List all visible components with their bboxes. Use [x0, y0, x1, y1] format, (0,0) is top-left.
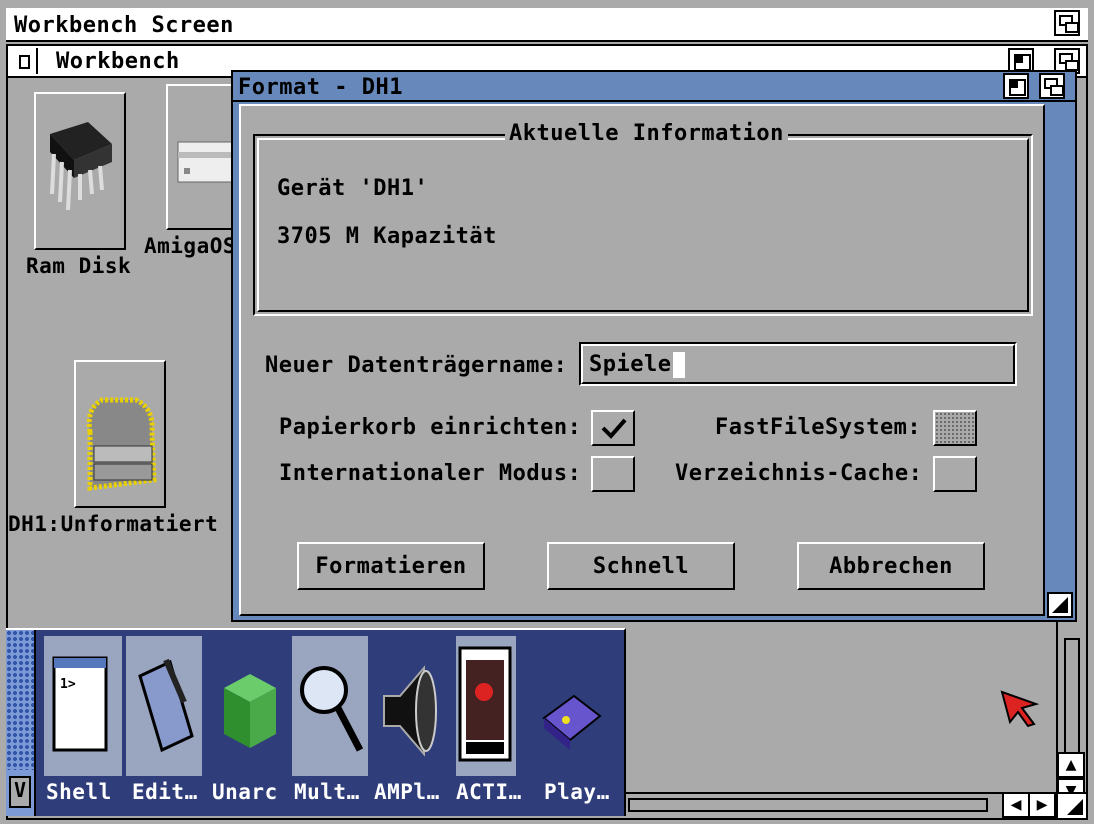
dock-bar: V 1> Shell Edit… Unarc Mult… AMPl… ACTI……: [6, 628, 626, 816]
capacity-text: 3705 M Kapazität: [277, 224, 497, 249]
current-info-group: Gerät 'DH1' 3705 M Kapazität Aktuelle In…: [253, 123, 1033, 316]
dock-item-amplifier[interactable]: [374, 636, 450, 776]
scroll-left-arrow-icon[interactable]: ◀: [1002, 792, 1030, 818]
volume-name-input[interactable]: Spiele: [579, 342, 1017, 386]
scroll-right-arrow-icon[interactable]: ▶: [1028, 792, 1056, 818]
dock-item-shell[interactable]: 1>: [44, 636, 122, 776]
dock-item-editor[interactable]: [126, 636, 202, 776]
dock-item-multiview[interactable]: [292, 636, 368, 776]
resize-triangle: [1067, 799, 1083, 815]
dock-label-multiview: Mult…: [294, 780, 360, 804]
dock-item-unarc[interactable]: [210, 636, 286, 776]
dialog-depth-gadget-icon[interactable]: [1039, 73, 1065, 99]
close-gadget-icon[interactable]: [10, 48, 38, 74]
format-dialog-title-bar[interactable]: Format - DH1: [233, 72, 1075, 102]
trashcan-label: Papierkorb einrichten:: [279, 415, 582, 440]
intl-mode-label: Internationaler Modus:: [279, 461, 582, 486]
current-info-title: Aktuelle Information: [505, 123, 788, 145]
ffs-checkbox[interactable]: [933, 410, 977, 446]
window-resize-gadget-icon[interactable]: [1056, 792, 1086, 818]
dircache-checkbox[interactable]: [933, 456, 977, 492]
format-dialog-title: Format - DH1: [238, 75, 403, 100]
dock-label-shell: Shell: [46, 780, 112, 804]
trashcan-checkbox[interactable]: [591, 410, 635, 446]
green-box-icon: [224, 674, 276, 748]
dialog-zoom-gadget-icon[interactable]: [1003, 73, 1029, 99]
dircache-label: Verzeichnis-Cache:: [675, 461, 923, 486]
dock-label-amplifier: AMPl…: [374, 780, 440, 804]
scroll-up-arrow-icon[interactable]: ▲: [1057, 752, 1085, 778]
intl-mode-checkbox[interactable]: [591, 456, 635, 492]
desktop-icon-dh1-unformatted[interactable]: DH1:Unformatiert: [8, 360, 230, 550]
screen-title-bar[interactable]: Workbench Screen: [6, 8, 1088, 42]
horizontal-scroll-knob[interactable]: [628, 798, 988, 812]
film-icon: [458, 646, 512, 762]
dock-label-action: ACTI…: [456, 780, 522, 804]
dock-label-editor: Edit…: [132, 780, 198, 804]
dock-drag-handle[interactable]: V: [6, 630, 36, 816]
amigaos-label: AmigaOS: [144, 234, 237, 258]
volume-name-label: Neuer Datenträgername:: [265, 353, 568, 378]
ffs-label: FastFileSystem:: [715, 415, 922, 440]
dock-item-play[interactable]: [534, 636, 610, 776]
screen-title: Workbench Screen: [14, 13, 234, 38]
device-text: Gerät 'DH1': [277, 176, 429, 201]
ram-disk-label: Ram Disk: [26, 254, 132, 278]
hard-drive-icon: [166, 84, 236, 230]
cancel-button[interactable]: Abbrechen: [797, 542, 985, 590]
dh1-unformatted-label: DH1:Unformatiert: [8, 512, 219, 536]
dock-label-unarc: Unarc: [212, 780, 278, 804]
vertical-scroll-knob[interactable]: [1064, 638, 1080, 758]
quick-button[interactable]: Schnell: [547, 542, 735, 590]
format-dialog-body: Gerät 'DH1' 3705 M Kapazität Aktuelle In…: [239, 104, 1045, 616]
quick-button-label: Schnell: [592, 554, 690, 579]
mouse-pointer-icon: [1000, 690, 1040, 728]
shell-window-icon: 1>: [52, 656, 108, 752]
dock-menu-arrow-icon[interactable]: V: [9, 776, 31, 808]
format-button[interactable]: Formatieren: [297, 542, 485, 590]
notepad-pen-icon: [138, 658, 194, 753]
dialog-resize-gadget-icon[interactable]: [1047, 592, 1073, 618]
format-button-label: Formatieren: [315, 554, 467, 579]
speaker-icon: [383, 665, 437, 757]
ram-chip-icon: [34, 92, 126, 250]
volume-name-value: Spiele: [589, 352, 672, 377]
workbench-title: Workbench: [56, 49, 180, 74]
disc-player-icon: [542, 694, 602, 750]
dock-label-play: Play…: [544, 780, 610, 804]
current-info-frame: Gerät 'DH1' 3705 M Kapazität: [257, 138, 1029, 312]
svg-text:1>: 1>: [60, 677, 76, 692]
magnifier-icon: [300, 666, 364, 752]
format-dialog: Format - DH1 Gerät 'DH1' 3705 M Kapazitä…: [231, 70, 1077, 622]
cancel-button-label: Abbrechen: [829, 554, 953, 579]
text-cursor: [673, 352, 685, 378]
dock-item-action[interactable]: [456, 636, 516, 776]
screen-depth-gadget-icon[interactable]: [1054, 10, 1080, 36]
unformatted-drive-icon: [74, 360, 166, 508]
